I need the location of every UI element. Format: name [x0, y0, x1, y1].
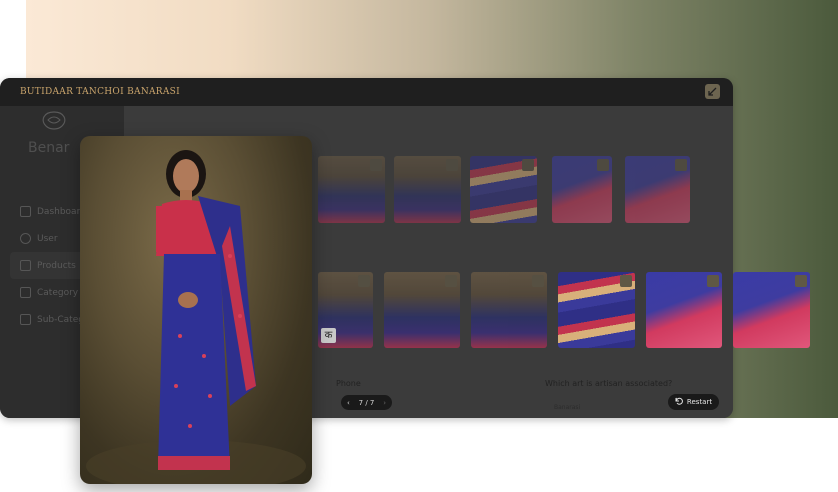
brand-logo: Benar [28, 110, 88, 170]
user-icon [20, 233, 31, 244]
minimize-icon[interactable] [705, 84, 720, 99]
question-label: Which art is artisan associated? [545, 379, 673, 388]
expand-icon[interactable] [370, 159, 382, 171]
expand-icon[interactable] [707, 275, 719, 287]
window-title: BUTIDAAR TANCHOI BANARASI [20, 87, 181, 97]
expand-icon[interactable] [445, 275, 457, 287]
expand-icon[interactable] [597, 159, 609, 171]
thumbnail[interactable] [558, 272, 635, 348]
sidebar-item-label: Products [37, 260, 76, 271]
expand-icon[interactable] [795, 275, 807, 287]
script-badge: क [321, 328, 336, 343]
category-icon [20, 287, 31, 298]
thumbnail[interactable] [318, 156, 385, 223]
thumbnail[interactable] [384, 272, 460, 348]
thumbnail[interactable] [733, 272, 810, 348]
dashboard-icon [20, 206, 31, 217]
sidebar-item-label: Sub-Categ [37, 314, 84, 325]
model-illustration [86, 150, 306, 484]
pager: ‹ 7 / 7 › [341, 395, 392, 410]
next-button[interactable]: › [383, 399, 386, 407]
sidebar-item-label: User [37, 233, 58, 244]
expand-icon[interactable] [532, 275, 544, 287]
restart-button[interactable]: Restart [668, 394, 719, 410]
thumbnail[interactable] [625, 156, 690, 223]
brand-name: Benar [28, 140, 70, 156]
sub-category-icon [20, 314, 31, 325]
expand-icon[interactable] [675, 159, 687, 171]
page-indicator: 7 / 7 [358, 398, 375, 407]
restart-icon [675, 397, 683, 407]
expand-icon[interactable] [446, 159, 458, 171]
thumbnail[interactable] [394, 156, 461, 223]
thumbnail[interactable] [552, 156, 612, 223]
thumbnail[interactable] [646, 272, 722, 348]
sidebar-item-label: Dashboard [37, 206, 86, 217]
expand-icon[interactable] [620, 275, 632, 287]
title-bar: BUTIDAAR TANCHOI BANARASI [0, 78, 733, 106]
prev-button[interactable]: ‹ [347, 399, 350, 407]
phone-label: Phone [336, 379, 361, 388]
answer-text: Banarasi [554, 404, 581, 411]
restart-label: Restart [686, 398, 713, 406]
thumbnail[interactable] [470, 156, 537, 223]
sidebar-item-label: Category [37, 287, 79, 298]
expand-icon[interactable] [358, 275, 370, 287]
thumbnail[interactable] [471, 272, 547, 348]
products-icon [20, 260, 31, 271]
product-hero-image[interactable] [80, 136, 312, 484]
expand-icon[interactable] [522, 159, 534, 171]
